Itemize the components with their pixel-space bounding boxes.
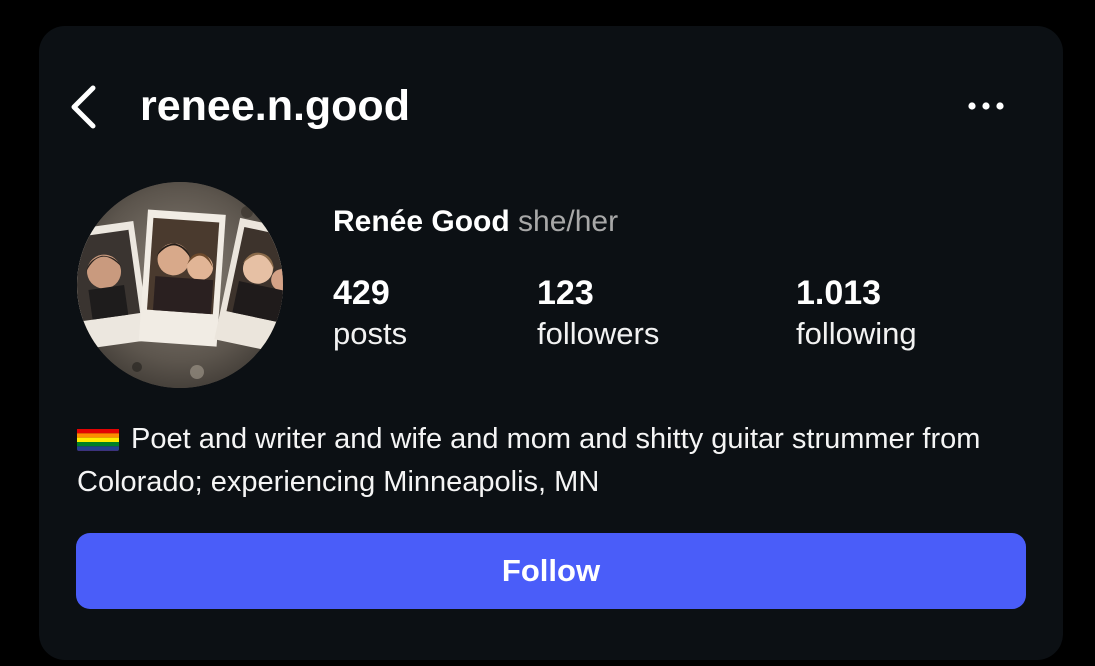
posts-label: posts bbox=[333, 316, 408, 351]
follow-button[interactable]: Follow bbox=[76, 533, 1026, 609]
more-horizontal-icon bbox=[968, 102, 1004, 110]
profile-header: renee.n.good bbox=[39, 26, 1063, 186]
profile-name-row: Renée Good she/her bbox=[333, 202, 618, 242]
posts-count: 429 bbox=[333, 274, 390, 312]
following-count: 1.013 bbox=[796, 274, 882, 312]
page-title: renee.n.good bbox=[140, 82, 410, 130]
profile-bio: Poet and writer and wife and mom and shi… bbox=[77, 418, 1037, 504]
pronouns: she/her bbox=[518, 205, 619, 238]
avatar-photo bbox=[77, 182, 283, 388]
profile-card: renee.n.good Renée Good she/her 429 post… bbox=[39, 26, 1063, 660]
back-button[interactable] bbox=[65, 82, 105, 132]
followers-label: followers bbox=[537, 316, 660, 351]
bio-text: Poet and writer and wife and mom and shi… bbox=[77, 423, 981, 498]
chevron-left-icon bbox=[71, 85, 96, 129]
following-label: following bbox=[796, 316, 917, 351]
more-options-button[interactable] bbox=[965, 96, 1007, 116]
rainbow-flag-icon bbox=[77, 425, 119, 451]
display-name: Renée Good bbox=[333, 205, 510, 238]
stat-posts[interactable]: 429 posts bbox=[333, 272, 407, 354]
stat-following[interactable]: 1.013 following bbox=[796, 272, 917, 354]
stat-followers[interactable]: 123 followers bbox=[537, 272, 659, 354]
followers-count: 123 bbox=[537, 274, 594, 312]
avatar[interactable] bbox=[77, 182, 283, 388]
